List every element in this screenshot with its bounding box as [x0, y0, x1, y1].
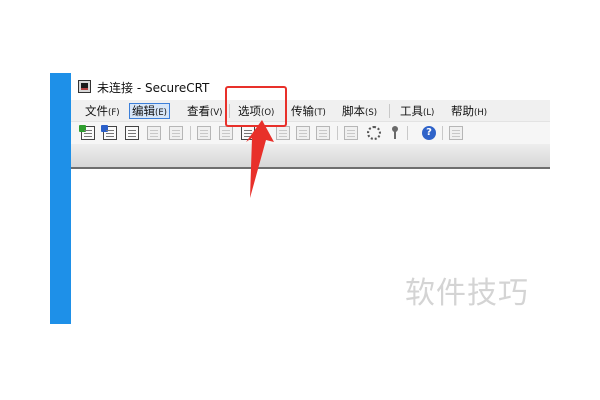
menu-help-label: 帮助 [451, 104, 474, 118]
menu-edit-label: 编辑 [132, 104, 155, 118]
menu-view[interactable]: 查看(V) [185, 103, 224, 119]
window-left-border [50, 73, 71, 324]
toolbar: ? [71, 122, 550, 144]
paste-icon[interactable] [219, 126, 233, 140]
menu-separator [389, 104, 390, 118]
menu-tools[interactable]: 工具(L) [398, 103, 436, 119]
help-icon[interactable]: ? [422, 126, 436, 140]
menu-bar: 文件(F) 编辑(E) 查看(V) 选项(O) 传输(T) 脚本(S) 工具(L… [71, 100, 550, 122]
securecrt-app-icon [78, 80, 91, 93]
menu-script-mnemonic: (S) [365, 108, 378, 118]
menu-file-label: 文件 [85, 104, 108, 118]
session-options-icon[interactable] [344, 126, 358, 140]
title-bar[interactable]: 未连接 - SecureCRT [71, 73, 550, 100]
menu-script-label: 脚本 [342, 104, 365, 118]
menu-edit[interactable]: 编辑(E) [129, 103, 171, 119]
reconnect-icon[interactable] [147, 126, 161, 140]
disconnect-icon[interactable] [169, 126, 183, 140]
sftp-icon[interactable] [449, 126, 463, 140]
menu-view-mnemonic: (V) [210, 108, 223, 118]
connect-in-tab-icon[interactable] [125, 126, 139, 140]
menu-transfer[interactable]: 传输(T) [289, 103, 328, 119]
screenshot-stage: 未连接 - SecureCRT 文件(F) 编辑(E) 查看(V) 选项(O) … [0, 0, 600, 400]
menu-view-label: 查看 [187, 104, 210, 118]
session-tab-strip [71, 144, 550, 169]
toolbar-separator [190, 126, 191, 140]
menu-tools-label: 工具 [400, 104, 423, 118]
toolbar-separator [442, 126, 443, 140]
toolbar-separator [407, 126, 408, 140]
copy-icon[interactable] [197, 126, 211, 140]
menu-script[interactable]: 脚本(S) [340, 103, 379, 119]
menu-tools-mnemonic: (L) [423, 108, 435, 118]
toolbar-separator [337, 126, 338, 140]
print-selection-icon[interactable] [296, 126, 310, 140]
menu-edit-mnemonic: (E) [155, 108, 168, 118]
menu-transfer-mnemonic: (T) [314, 108, 326, 118]
pointer-arrow-icon [246, 120, 274, 198]
watermark-text: 软件技巧 [405, 276, 529, 311]
global-options-icon[interactable] [367, 126, 381, 140]
menu-file-mnemonic: (F) [108, 108, 120, 118]
key-icon[interactable] [392, 126, 398, 140]
menu-help[interactable]: 帮助(H) [449, 103, 489, 119]
window-title: 未连接 - SecureCRT [97, 81, 210, 95]
menu-file[interactable]: 文件(F) [83, 103, 122, 119]
menu-help-mnemonic: (H) [474, 108, 488, 118]
print-icon-2[interactable] [316, 126, 330, 140]
menu-transfer-label: 传输 [291, 104, 314, 118]
quick-connect-icon[interactable] [101, 125, 117, 140]
connect-icon[interactable] [79, 125, 95, 140]
